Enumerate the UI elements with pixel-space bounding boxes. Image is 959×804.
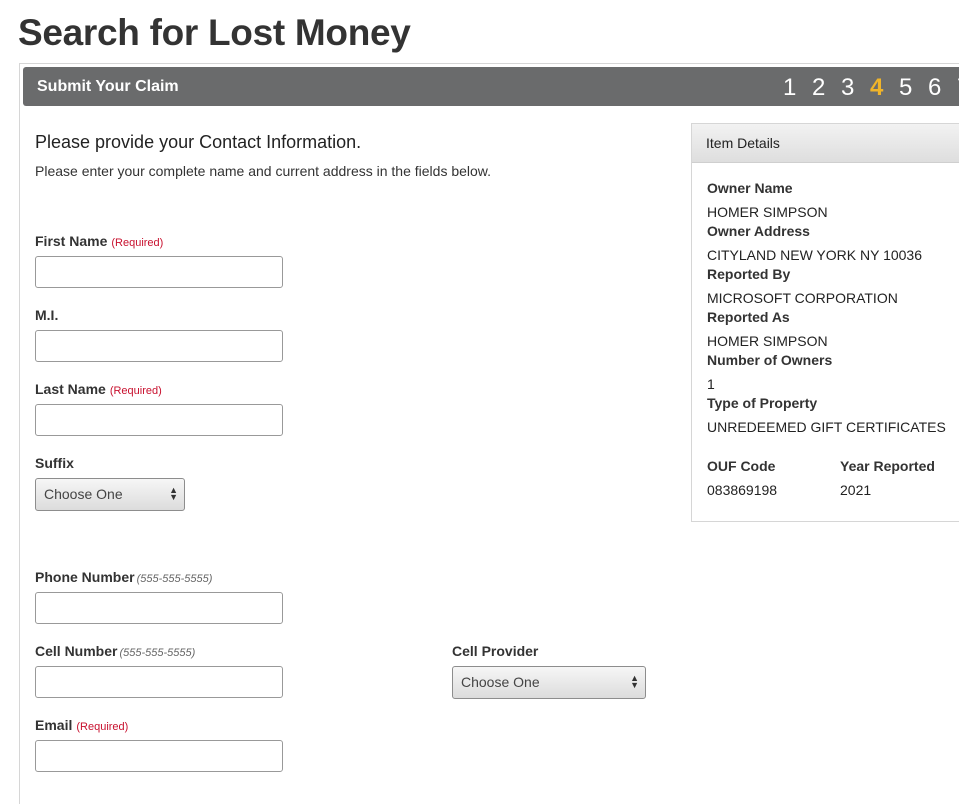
- suffix-select-value: Choose One: [44, 486, 123, 502]
- first-name-input[interactable]: [35, 256, 283, 288]
- step-6: 6: [928, 74, 942, 101]
- item-details-panel: Item Details Owner Name HOMER SIMPSON Ow…: [691, 123, 959, 522]
- mi-label: M.I.: [35, 307, 59, 323]
- middle-initial-input[interactable]: [35, 330, 283, 362]
- owner-address-value: CITYLAND NEW YORK NY 10036: [707, 247, 923, 263]
- number-of-owners-label: Number of Owners: [707, 352, 833, 368]
- owner-address-label: Owner Address: [707, 223, 810, 239]
- reported-by-label: Reported By: [707, 266, 791, 282]
- cell-provider-select-value: Choose One: [461, 674, 540, 690]
- cell-label: Cell Number (555-555-5555): [35, 643, 195, 659]
- claim-header-bar: Submit Your Claim 1234567: [23, 67, 959, 106]
- property-type-value: UNREDEEMED GIFT CERTIFICATES: [707, 419, 946, 435]
- first-name-label-text: First Name: [35, 233, 108, 249]
- year-reported-value: 2021: [840, 482, 872, 498]
- select-arrows-icon: ▲ ▼: [169, 485, 178, 502]
- email-label: Email (Required): [35, 717, 128, 733]
- phone-label-text: Phone Number: [35, 569, 135, 585]
- reported-by-value: MICROSOFT CORPORATION: [707, 290, 898, 306]
- number-of-owners-value: 1: [707, 376, 715, 392]
- owner-name-value: HOMER SIMPSON: [707, 204, 828, 220]
- required-indicator: (Required): [76, 721, 129, 733]
- step-4-current: 4: [870, 74, 884, 101]
- cell-number-input[interactable]: [35, 666, 283, 698]
- item-details-title: Item Details: [692, 124, 959, 163]
- phone-format-hint: (555-555-5555): [136, 573, 213, 585]
- ouf-code-value: 083869198: [707, 482, 778, 498]
- step-3: 3: [841, 74, 855, 101]
- reported-as-value: HOMER SIMPSON: [707, 333, 828, 349]
- suffix-select[interactable]: Choose One ▲ ▼: [35, 478, 185, 511]
- suffix-label: Suffix: [35, 455, 74, 471]
- reported-as-label: Reported As: [707, 309, 790, 325]
- form-title: Please provide your Contact Information.: [35, 132, 362, 152]
- form-subtitle: Please enter your complete name and curr…: [35, 163, 492, 179]
- phone-label: Phone Number (555-555-5555): [35, 569, 212, 585]
- owner-name-label: Owner Name: [707, 180, 793, 196]
- step-1: 1: [783, 74, 797, 101]
- property-type-label: Type of Property: [707, 395, 818, 411]
- required-indicator: (Required): [109, 385, 162, 397]
- email-input[interactable]: [35, 740, 283, 772]
- phone-number-input[interactable]: [35, 592, 283, 624]
- page-title: Search for Lost Money: [18, 12, 411, 53]
- email-label-text: Email: [35, 717, 73, 733]
- step-5: 5: [899, 74, 913, 101]
- cell-label-text: Cell Number: [35, 643, 118, 659]
- cell-provider-label: Cell Provider: [452, 643, 539, 659]
- step-indicator: 1234567: [783, 74, 959, 102]
- step-2: 2: [812, 74, 826, 101]
- cell-format-hint: (555-555-5555): [119, 647, 196, 659]
- year-reported-label: Year Reported: [840, 458, 935, 474]
- first-name-label: First Name (Required): [35, 233, 163, 249]
- last-name-label: Last Name (Required): [35, 381, 162, 397]
- select-arrows-icon: ▲ ▼: [630, 673, 639, 690]
- required-indicator: (Required): [111, 237, 164, 249]
- cell-provider-select[interactable]: Choose One ▲ ▼: [452, 666, 646, 699]
- last-name-input[interactable]: [35, 404, 283, 436]
- last-name-label-text: Last Name: [35, 381, 106, 397]
- claim-header-title: Submit Your Claim: [37, 78, 179, 95]
- ouf-code-label: OUF Code: [707, 458, 776, 474]
